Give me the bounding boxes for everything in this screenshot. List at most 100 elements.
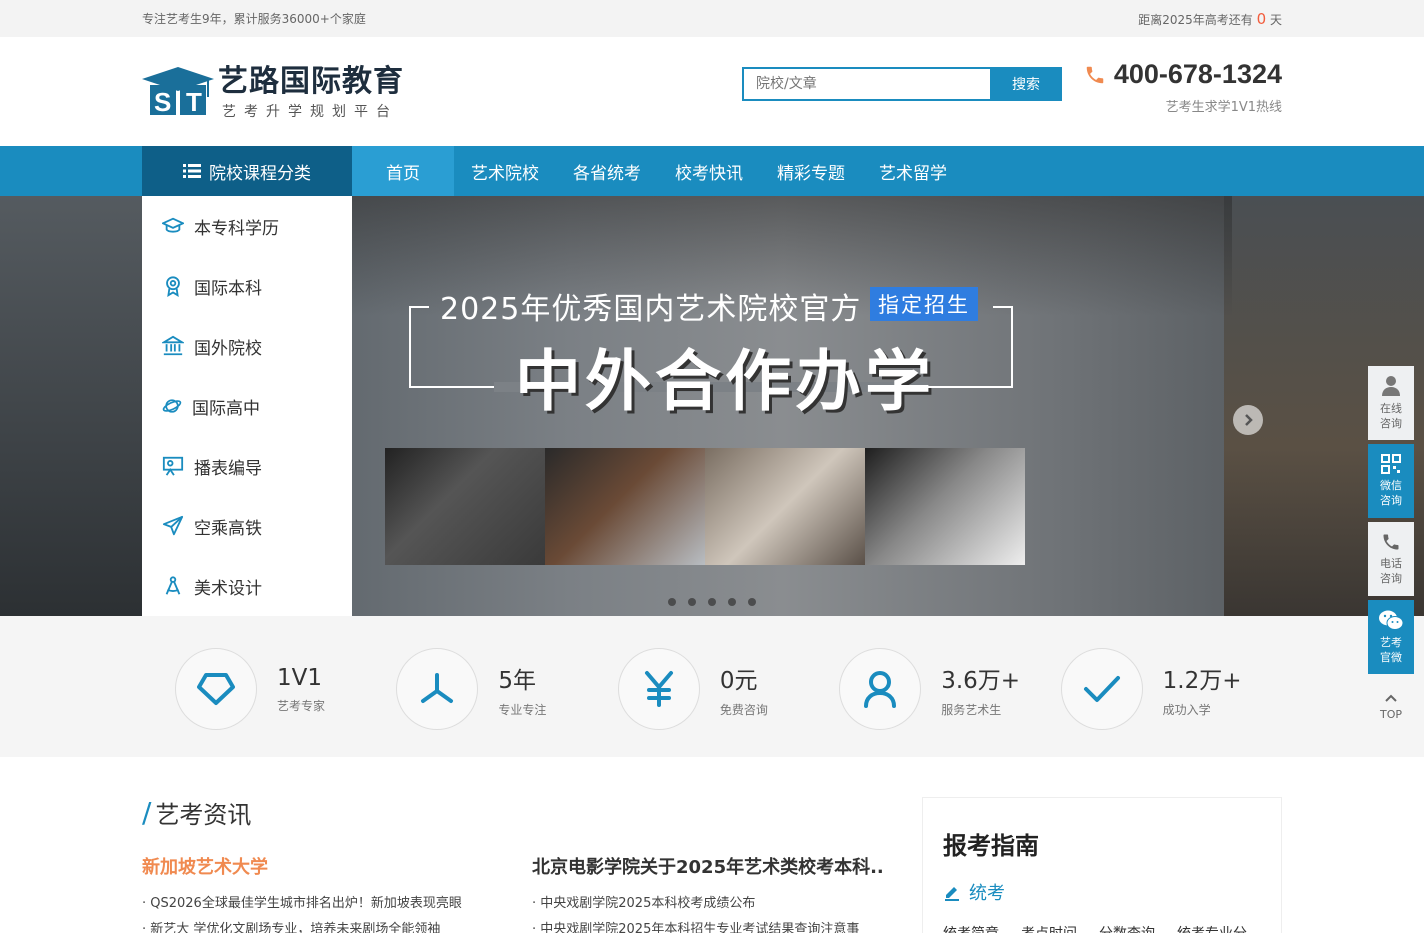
list-icon — [183, 164, 201, 178]
slider-next-button[interactable] — [1233, 405, 1263, 435]
main-nav: 院校课程分类 首页 艺术院校 各省统考 校考快讯 精彩专题 艺术留学 — [0, 146, 1424, 196]
feature-item: 0元 免费咨询 — [617, 648, 839, 730]
pencil-icon — [945, 887, 959, 901]
logo-title: 艺路国际教育 — [218, 64, 404, 99]
compass-icon — [165, 576, 181, 595]
guide-link[interactable]: 统考专业分 — [1177, 923, 1247, 933]
news-item[interactable]: · 中央戏剧学院2025年本科招生专业考试结果查询注意事 — [532, 917, 882, 933]
guide-subsection[interactable]: 统考 — [943, 879, 1261, 905]
category-menu-toggle[interactable]: 院校课程分类 — [142, 146, 352, 196]
slider-dot[interactable] — [688, 598, 696, 606]
back-to-top-button[interactable]: TOP — [1368, 678, 1414, 736]
category-item-flight-attendant[interactable]: 空乘高铁 — [142, 496, 352, 556]
sidebar-online-consult[interactable]: 在线 咨询 — [1368, 366, 1414, 440]
gaokao-countdown: 距离2025年高考还有 0 天 — [1138, 9, 1282, 28]
sidebar-phone-consult[interactable]: 电话 咨询 — [1368, 522, 1414, 596]
award-badge-icon — [166, 276, 180, 297]
wechat-icon — [1379, 610, 1404, 630]
svg-text:S: S — [154, 87, 171, 117]
slider-dots — [668, 598, 768, 606]
category-item-intl-high-school[interactable]: 国际高中 — [142, 376, 352, 436]
slider-dot[interactable] — [728, 598, 736, 606]
banner-badge: 指定招生 — [870, 287, 978, 321]
guide-link[interactable]: 统考简章 — [943, 923, 999, 933]
sidebar-official-wechat[interactable]: 艺考 官微 — [1368, 600, 1414, 674]
logo-subtitle: 艺考升学规划平台 — [222, 104, 398, 120]
banner-line1: 2025年优秀国内艺术院校官方 — [440, 292, 862, 327]
feature-item: 1V1 艺考专家 — [175, 648, 396, 730]
svg-text:T: T — [186, 87, 202, 117]
guide-link[interactable]: 分数查询 — [1099, 923, 1155, 933]
chevron-right-icon — [1245, 414, 1253, 426]
news-item[interactable]: · 中央戏剧学院2025本科校考成绩公布 — [532, 891, 882, 917]
nav-item-art-study-abroad[interactable]: 艺术留学 — [862, 146, 964, 196]
news-column: 新加坡艺术大学 · QS2026全球最佳学生城市排名出炉！新加坡表现亮眼 · 新… — [142, 853, 492, 933]
slider-dot[interactable] — [708, 598, 716, 606]
search-button[interactable]: 搜索 — [990, 67, 1062, 101]
photo-violin — [545, 448, 705, 565]
section-title: / 艺考资讯 — [142, 796, 252, 829]
photo-guitar — [385, 448, 545, 565]
features-strip: 1V1 艺考专家 5年 专业专注 0元 免费咨询 3.6万+ 服务艺术生 1.2… — [0, 616, 1424, 757]
qr-code-icon — [1381, 454, 1401, 474]
header: S T 艺路国际教育 艺考升学规划平台 搜索 400-678-1324 艺考生求… — [0, 37, 1424, 146]
site-logo[interactable]: S T 艺路国际教育 艺考升学规划平台 — [142, 65, 404, 121]
news-item[interactable]: · 新艺大 学优化文剧场专业，培养未来剧场全能领袖 — [142, 917, 492, 933]
phone-icon — [1086, 66, 1104, 83]
hotline-label: 艺考生求学1V1热线 — [1165, 100, 1282, 115]
photo-dancer — [705, 448, 865, 565]
logo-mortarboard-icon: S T — [142, 67, 214, 117]
user-icon — [864, 671, 897, 708]
hotline-number[interactable]: 400-678-1324 — [1114, 59, 1282, 90]
news-column-title[interactable]: 新加坡艺术大学 — [142, 853, 492, 879]
slider-dot[interactable] — [748, 598, 756, 606]
slider-dot[interactable] — [668, 598, 676, 606]
phone-icon — [1383, 534, 1399, 550]
news-column-title[interactable]: 北京电影学院关于2025年艺术类校考本科... — [532, 853, 882, 879]
news-column: 北京电影学院关于2025年艺术类校考本科... · 中央戏剧学院2025本科校考… — [532, 853, 882, 933]
hotline: 400-678-1324 艺考生求学1V1热线 — [1084, 59, 1282, 115]
presentation-icon — [162, 456, 184, 476]
top-slogan: 专注艺考生9年，累计服务36000+个家庭 — [142, 12, 366, 26]
graduation-cap-icon — [162, 217, 184, 233]
countdown-days: 0 — [1256, 9, 1267, 28]
nav-item-school-exam-news[interactable]: 校考快讯 — [658, 146, 760, 196]
nav-item-home[interactable]: 首页 — [352, 146, 454, 196]
category-item-intl-undergrad[interactable]: 国际本科 — [142, 256, 352, 316]
category-item-art-design[interactable]: 美术设计 — [142, 556, 352, 616]
category-item-foreign-schools[interactable]: 国外院校 — [142, 316, 352, 376]
check-icon — [1083, 676, 1120, 702]
exam-guide-panel: 报考指南 统考 统考简章 考点时间 分数查询 统考专业分 — [922, 797, 1282, 933]
yuan-icon — [644, 671, 673, 707]
category-item-broadcast-directing[interactable]: 播表编导 — [142, 436, 352, 496]
tri-branch-icon — [421, 673, 454, 703]
news-section: / 艺考资讯 新加坡艺术大学 · QS2026全球最佳学生城市排名出炉！新加坡表… — [142, 757, 1282, 933]
chevron-up-icon — [1385, 694, 1397, 702]
top-bar: 专注艺考生9年，累计服务36000+个家庭 距离2025年高考还有 0 天 — [0, 0, 1424, 37]
search-bar: 搜索 — [742, 67, 1062, 101]
paper-plane-icon — [162, 515, 184, 536]
photo-piano — [865, 448, 1025, 565]
nav-item-art-schools[interactable]: 艺术院校 — [454, 146, 556, 196]
diamond-icon — [197, 673, 235, 705]
floating-sidebar: 在线 咨询 微信 咨询 电话 咨询 艺考 官微 TOP — [1368, 366, 1414, 740]
feature-item: 5年 专业专注 — [396, 648, 617, 730]
feature-item: 3.6万+ 服务艺术生 — [839, 648, 1060, 730]
guide-links: 统考简章 考点时间 分数查询 统考专业分 — [943, 923, 1261, 933]
banner-photo-strip — [385, 448, 1025, 565]
planet-icon — [162, 399, 182, 413]
nav-item-featured-topics[interactable]: 精彩专题 — [760, 146, 862, 196]
guide-title: 报考指南 — [943, 832, 1039, 860]
feature-item: 1.2万+ 成功入学 — [1060, 648, 1282, 730]
news-item[interactable]: · QS2026全球最佳学生城市排名出炉！新加坡表现亮眼 — [142, 891, 492, 917]
category-menu: 本专科学历 国际本科 国外院校 国际高中 播表编导 空乘高铁 美术设计 — [142, 196, 352, 616]
nav-item-provincial-exams[interactable]: 各省统考 — [556, 146, 658, 196]
bank-building-icon — [162, 335, 184, 356]
search-input[interactable] — [742, 67, 990, 101]
hero-banner[interactable]: 本专科学历 国际本科 国外院校 国际高中 播表编导 空乘高铁 美术设计 2025… — [0, 196, 1424, 616]
category-item-undergrad[interactable]: 本专科学历 — [142, 196, 352, 256]
person-icon — [1382, 376, 1400, 396]
sidebar-wechat-consult[interactable]: 微信 咨询 — [1368, 444, 1414, 518]
banner-headline-text: 中外合作办学 — [515, 343, 935, 420]
guide-link[interactable]: 考点时间 — [1021, 923, 1077, 933]
